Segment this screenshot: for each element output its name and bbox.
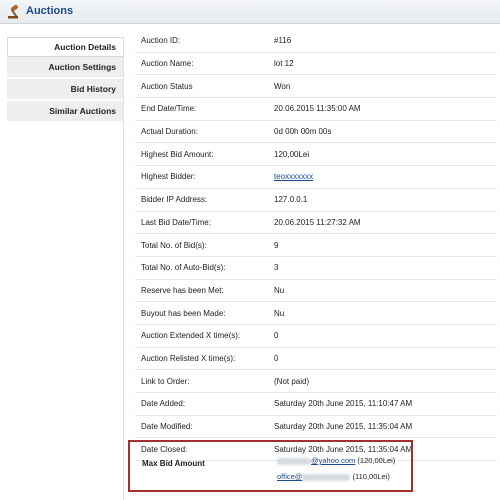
detail-row: Auction Extended X time(s): 0 [135, 325, 497, 348]
tab-similar-auctions[interactable]: Similar Auctions [7, 101, 123, 123]
row-label: Auction Status [141, 81, 193, 91]
detail-row: End Date/Time: 20.06.2015 11:35:00 AM [135, 98, 497, 121]
email-prefix: office@ [277, 472, 303, 481]
tab-label: Bid History [70, 84, 116, 94]
tab-label: Auction Settings [48, 62, 116, 72]
bid-amount: (110,00Lei) [352, 472, 390, 481]
sidebar-divider [123, 37, 124, 500]
detail-row: Total No. of Auto-Bid(s): 3 [135, 257, 497, 280]
row-value: Nu [274, 285, 285, 295]
detail-row: Auction ID: #116 [135, 30, 497, 53]
row-label: Auction Relisted X time(s): [141, 353, 236, 363]
row-value: Saturday 20th June 2015, 11:10:47 AM [274, 399, 413, 409]
row-label: Reserve has been Met: [141, 285, 224, 295]
max-bid-highlight-box: Max Bid Amount @yahoo.com (120,00Lei) of… [128, 440, 413, 492]
detail-row: Reserve has been Met: Nu [135, 280, 497, 303]
auction-details-table: Auction ID: #116 Auction Name: lot 12 Auct… [135, 30, 497, 462]
row-value: 20.06.2015 11:27:32 AM [274, 217, 361, 227]
detail-row: Link to Order: (Not paid) [135, 370, 497, 393]
row-value: 120,00Lei [274, 149, 310, 159]
email-suffix: @yahoo.com [311, 456, 356, 465]
bidder-email-link[interactable]: @yahoo.com [277, 456, 355, 465]
bid-amount: (120,00Lei) [357, 456, 396, 465]
gavel-icon [8, 4, 19, 19]
detail-row: Date Modified: Saturday 20th June 2015, 1… [135, 416, 497, 439]
detail-row: Actual Duration: 0d 00h 00m 00s [135, 121, 497, 144]
row-value: 127.0.0.1 [274, 195, 308, 205]
row-value: Won [274, 81, 291, 91]
detail-row: Date Added: Saturday 20th June 2015, 11:1… [135, 393, 497, 416]
row-label: Total No. of Auto-Bid(s): [141, 263, 226, 273]
detail-row: Auction Status Won [135, 75, 497, 99]
row-label: Highest Bid Amount: [141, 149, 214, 159]
row-value: Saturday 20th June 2015, 11:35:04 AM [274, 422, 413, 432]
row-label: Link to Order: [141, 376, 190, 386]
row-value: 0 [274, 353, 279, 363]
row-value: 3 [274, 263, 279, 273]
detail-row: Last Bid Date/Time: 20.06.2015 11:27:32 A… [135, 212, 497, 235]
row-label: End Date/Time: [141, 104, 197, 114]
detail-row: Buyout has been Made: Nu [135, 302, 497, 325]
page-title: Auctions [26, 5, 74, 17]
tab-label: Similar Auctions [49, 106, 116, 116]
row-value: lot 12 [274, 59, 294, 69]
tab-auction-settings[interactable]: Auction Settings [7, 57, 123, 79]
row-label: Auction ID: [141, 36, 181, 46]
detail-row: Total No. of Bid(s): 9 [135, 234, 497, 257]
redacted-email-domain [302, 473, 351, 481]
row-label: Highest Bidder: [141, 172, 196, 182]
detail-row: Auction Name: lot 12 [135, 53, 497, 76]
row-label: Date Added: [141, 399, 186, 409]
row-value: 20.06.2015 11:35:00 AM [274, 104, 361, 114]
row-value: (Not paid) [274, 376, 310, 386]
detail-row: Bidder IP Address: 127.0.0.1 [135, 189, 497, 212]
row-value: #116 [274, 36, 292, 46]
detail-row: Auction Relisted X time(s): 0 [135, 348, 497, 371]
detail-row: Highest Bid Amount: 120,00Lei [135, 143, 497, 167]
row-value: 0 [274, 331, 279, 341]
max-bid-entry: @yahoo.com (120,00Lei) [277, 456, 395, 465]
page-header: Auctions [0, 0, 500, 24]
row-label: Total No. of Bid(s): [141, 240, 207, 250]
row-label: Auction Name: [141, 59, 194, 69]
row-value: 0d 00h 00m 00s [274, 127, 332, 137]
row-label: Bidder IP Address: [141, 195, 208, 205]
row-value: Nu [274, 308, 285, 318]
sidebar: Auction Details Auction Settings Bid His… [7, 37, 123, 123]
row-label: Last Bid Date/Time: [141, 217, 211, 227]
row-label: Actual Duration: [141, 127, 198, 137]
row-label: Buyout has been Made: [141, 308, 226, 318]
detail-row: Highest Bidder: teoxxxxxxx [135, 166, 497, 189]
max-bid-label: Max Bid Amount [142, 459, 205, 468]
tab-auction-details[interactable]: Auction Details [7, 37, 123, 57]
max-bid-entry: office@ (110,00Lei) [277, 472, 390, 481]
tab-label: Auction Details [54, 42, 116, 52]
row-label: Auction Extended X time(s): [141, 331, 241, 341]
row-value: 9 [274, 240, 279, 250]
highest-bidder-link[interactable]: teoxxxxxxx [274, 172, 313, 181]
bidder-email-link[interactable]: office@ [277, 472, 351, 481]
tab-bid-history[interactable]: Bid History [7, 79, 123, 101]
row-label: Date Modified: [141, 422, 193, 432]
redacted-email-name [277, 457, 311, 465]
